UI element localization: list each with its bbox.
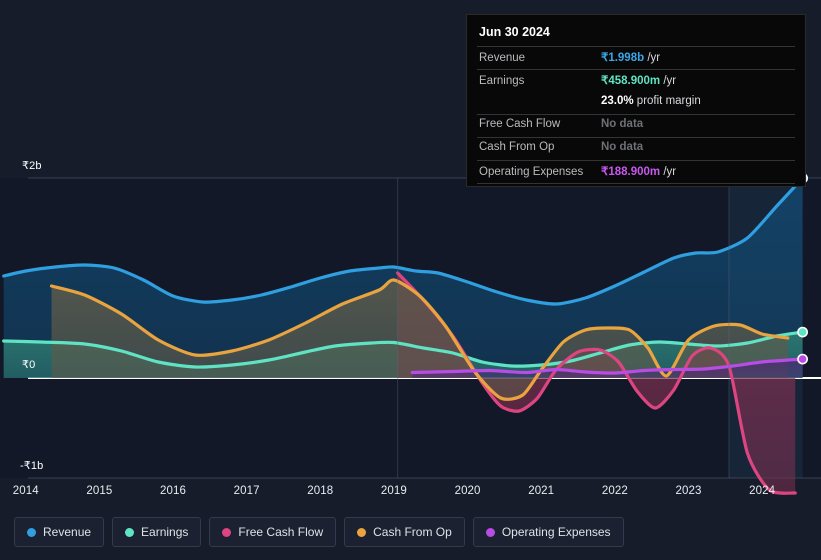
x-axis-tick-2016: 2016: [160, 485, 187, 497]
tooltip-row: Earnings ₹458.900m /yr: [477, 69, 795, 92]
tooltip-row-label: Free Cash Flow: [479, 118, 561, 130]
y-axis-label-zero: ₹0: [22, 359, 36, 371]
series-end-marker-earnings[interactable]: [797, 326, 808, 338]
legend-item-label: Revenue: [43, 525, 92, 539]
tooltip-row: Cash From Op No data: [477, 137, 795, 160]
series-end-marker-operating-expenses[interactable]: [797, 353, 808, 365]
x-axis-tick-2022: 2022: [601, 485, 628, 497]
tooltip-row-suffix: profit margin: [633, 95, 701, 107]
tooltip-row: 23.0% profit margin: [477, 92, 795, 114]
x-axis-tick-2024: 2024: [749, 485, 776, 497]
chart-legend: Revenue Earnings Free Cash Flow Cash From O…: [14, 517, 624, 547]
y-axis-label-top: ₹2b: [22, 160, 42, 172]
tooltip-row-label: Earnings: [479, 75, 525, 87]
tooltip-row-value: ₹1.998b /yr: [601, 50, 660, 64]
x-axis-tick-2020: 2020: [454, 485, 481, 497]
tooltip-row: Free Cash Flow No data: [477, 114, 795, 137]
y-axis-label-bottom: -₹1b: [20, 460, 44, 472]
tooltip-rows: Revenue ₹1.998b /yr Earnings ₹458.900m /yr 2…: [477, 46, 795, 183]
legend-item-operating-expenses[interactable]: Operating Expenses: [472, 517, 624, 547]
legend-color-dot-icon: [125, 527, 135, 537]
legend-color-dot-icon: [485, 527, 495, 537]
legend-item-label: Free Cash Flow: [238, 525, 324, 539]
tooltip-row-amount: ₹458.900m: [601, 75, 661, 87]
tooltip-row-value: No data: [601, 118, 643, 130]
legend-item-label: Cash From Op: [373, 525, 452, 539]
tooltip-row-label: Cash From Op: [479, 141, 555, 153]
legend-item-cash-from-op[interactable]: Cash From Op: [344, 517, 465, 547]
x-axis-tick-2018: 2018: [307, 485, 334, 497]
x-axis-tick-2017: 2017: [233, 485, 260, 497]
tooltip-row-amount: No data: [601, 118, 644, 130]
legend-color-dot-icon: [222, 527, 232, 537]
legend-item-label: Earnings: [141, 525, 189, 539]
tooltip-row-amount: No data: [601, 141, 644, 153]
tooltip-row-value: ₹188.900m /yr: [601, 164, 676, 178]
tooltip-row-amount: 23.0%: [601, 95, 634, 107]
tooltip-row-suffix: /yr: [660, 166, 677, 178]
tooltip-row-suffix: /yr: [644, 52, 661, 64]
tooltip-row-value: No data: [601, 141, 643, 153]
tooltip-row: Revenue ₹1.998b /yr: [477, 46, 795, 69]
legend-item-label: Operating Expenses: [501, 525, 611, 539]
tooltip-row-value: ₹458.900m /yr: [601, 73, 676, 87]
x-axis-tick-2014: 2014: [12, 485, 39, 497]
legend-color-dot-icon: [27, 527, 36, 537]
tooltip-row-suffix: /yr: [660, 75, 677, 87]
legend-item-earnings[interactable]: Earnings: [112, 517, 202, 547]
x-axis-tick-2023: 2023: [675, 485, 702, 497]
tooltip-row-amount: ₹188.900m: [601, 166, 661, 178]
tooltip-date: Jun 30 2024: [479, 25, 550, 39]
legend-item-free-cash-flow[interactable]: Free Cash Flow: [209, 517, 337, 547]
legend-item-revenue[interactable]: Revenue: [14, 517, 105, 547]
tooltip-row-value: 23.0% profit margin: [601, 95, 701, 107]
tooltip-row-label: Revenue: [479, 52, 526, 64]
x-axis-tick-2021: 2021: [528, 485, 555, 497]
legend-color-dot-icon: [357, 527, 367, 537]
x-axis-tick-2019: 2019: [380, 485, 407, 497]
data-tooltip-panel: Jun 30 2024 Revenue ₹1.998b /yr Earnings ₹4…: [466, 14, 806, 187]
x-axis-tick-2015: 2015: [86, 485, 113, 497]
tooltip-row-amount: ₹1.998b: [601, 52, 645, 64]
tooltip-row-label: Operating Expenses: [479, 166, 584, 178]
tooltip-footer-divider: [477, 183, 795, 184]
tooltip-row: Operating Expenses ₹188.900m /yr: [477, 160, 795, 183]
